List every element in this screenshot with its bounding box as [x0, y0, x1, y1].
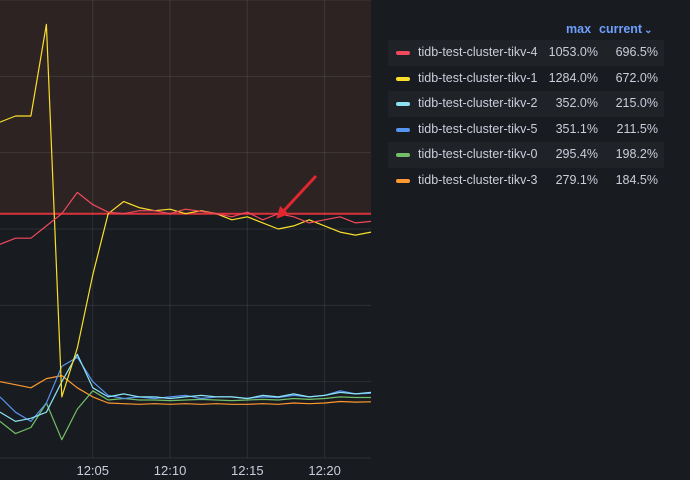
legend-current-value: 184.5%	[615, 172, 658, 187]
legend-series-name: tidb-test-cluster-tikv-2	[418, 96, 538, 110]
legend-item[interactable]: tidb-test-cluster-tikv-5 351.1% 211.5%	[388, 117, 664, 143]
legend-series-name: tidb-test-cluster-tikv-1	[418, 70, 538, 85]
legend-current-value: 672.0%	[615, 70, 658, 85]
series-line	[0, 353, 372, 422]
legend-swatch	[396, 76, 410, 81]
legend-column-max[interactable]: max	[566, 22, 591, 36]
legend-max-value: 1053.0%	[548, 45, 598, 59]
x-tick-label: 12:15	[231, 463, 264, 478]
legend-swatch	[396, 127, 410, 132]
legend-current-value: 198.2%	[615, 147, 658, 161]
legend-max-value: 351.1%	[555, 121, 598, 136]
series-line	[0, 356, 372, 422]
legend-column-current[interactable]: current ⌄	[599, 22, 652, 36]
x-tick-label: 12:20	[308, 463, 341, 478]
legend-header: max current ⌄	[388, 18, 664, 40]
x-tick-label: 12:10	[154, 463, 187, 478]
x-tick-label: 12:05	[76, 463, 109, 478]
legend-current-value: 211.5%	[616, 121, 658, 136]
series-line	[0, 390, 371, 441]
legend-item[interactable]: tidb-test-cluster-tikv-4 1053.0% 696.5%	[388, 40, 664, 66]
legend-item[interactable]: tidb-test-cluster-tikv-0 295.4% 198.2%	[388, 142, 664, 168]
legend-swatch	[396, 178, 410, 183]
legend-max-value: 279.1%	[555, 172, 598, 187]
legend-swatch	[396, 153, 410, 157]
legend-series-name: tidb-test-cluster-tikv-0	[418, 147, 538, 161]
legend-series-name: tidb-test-cluster-tikv-5	[418, 121, 538, 136]
legend-swatch	[396, 51, 410, 55]
legend-current-value: 215.0%	[615, 96, 658, 110]
legend-swatch	[396, 102, 410, 106]
legend-item[interactable]: tidb-test-cluster-tikv-3 279.1% 184.5%	[388, 168, 664, 194]
legend-max-value: 295.4%	[555, 147, 598, 161]
chart-legend: max current ⌄ tidb-test-cluster-tikv-4 105…	[388, 18, 664, 193]
legend-max-value: 352.0%	[555, 96, 598, 110]
legend-item[interactable]: tidb-test-cluster-tikv-2 352.0% 215.0%	[388, 91, 664, 117]
chevron-down-icon: ⌄	[644, 25, 653, 36]
legend-current-value: 696.5%	[615, 45, 658, 59]
legend-series-name: tidb-test-cluster-tikv-3	[418, 172, 538, 187]
x-axis-ticks: 12:05 12:10 12:15 12:20	[76, 463, 340, 478]
legend-item[interactable]: tidb-test-cluster-tikv-1 1284.0% 672.0%	[388, 66, 664, 92]
threshold-fill	[0, 0, 371, 214]
legend-series-name: tidb-test-cluster-tikv-4	[418, 45, 538, 59]
threshold-region	[0, 0, 371, 215]
legend-max-value: 1284.0%	[548, 70, 598, 85]
